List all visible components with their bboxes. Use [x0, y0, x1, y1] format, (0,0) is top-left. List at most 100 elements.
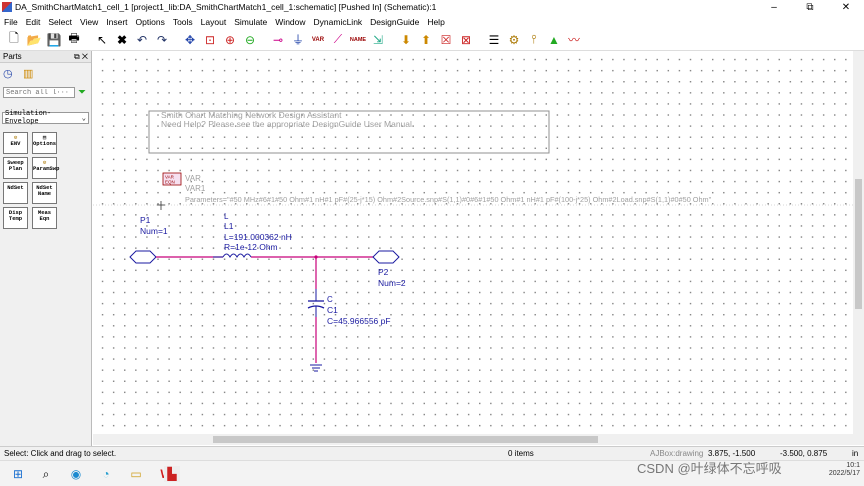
menu-designguide[interactable]: DesignGuide [370, 17, 419, 27]
zoom-out-icon[interactable]: ⊖ [241, 31, 259, 49]
inductor-resistance: R=1e-12 Ohm [224, 242, 278, 252]
status-coord-1: 3.875, -1.500 [708, 449, 756, 458]
simulate-gear-icon[interactable]: ⚙ [505, 31, 523, 49]
photos-icon[interactable]: ◔ [98, 466, 114, 482]
insert-wire-icon[interactable]: ⟋ [329, 31, 347, 49]
menu-edit[interactable]: Edit [26, 17, 41, 27]
data-display-icon[interactable]: 〰 [565, 31, 583, 49]
var-block[interactable]: VAR EQN VAR VAR1 Parameters="#50 MHz#6#1… [162, 172, 712, 204]
new-file-icon[interactable]: 🗋 [5, 31, 23, 49]
palette-paramswp[interactable]: ⚙ ParamSwp [32, 157, 59, 179]
close-icon[interactable]: ✕ [828, 0, 864, 14]
port-p1-name: P1 [140, 215, 151, 225]
delete-icon[interactable]: ✖ [113, 31, 131, 49]
tuning-icon[interactable]: ⫯ [525, 31, 543, 49]
ads-taskbar-icon[interactable]: ▙ [164, 466, 180, 482]
pop-up-icon[interactable]: ⬆ [417, 31, 435, 49]
filter-icon[interactable]: ⏷ [78, 87, 86, 98]
insert-ground-icon[interactable]: ⏚ [289, 31, 307, 49]
panel-controls: ⧉ ✕ [74, 52, 88, 62]
vertical-scrollbar[interactable] [853, 51, 864, 434]
deactivate-icon[interactable]: ☒ [437, 31, 455, 49]
library-select[interactable]: Simulation-Envelope ⌄ [2, 110, 89, 126]
redo-icon[interactable]: ↷ [153, 31, 171, 49]
vertical-scroll-thumb[interactable] [855, 179, 862, 309]
menu-select[interactable]: Select [48, 17, 72, 27]
undo-icon[interactable]: ↶ [133, 31, 151, 49]
select-pointer-icon[interactable]: ↖ [93, 31, 111, 49]
port-p2[interactable]: P2 Num=2 [372, 250, 406, 288]
palette-sweep-plan[interactable]: Sweep Plan [3, 157, 28, 179]
main-toolbar: 🗋 📂 💾 🖶 ↖ ✖ ↶ ↷ ✥ ⊡ ⊕ ⊖ ⊸ ⏚ VAR ⟋ NAME ⇲… [0, 29, 864, 51]
var-label: VAR [185, 174, 201, 183]
minimize-icon[interactable]: – [756, 0, 792, 14]
zoom-area-icon[interactable]: ⊡ [201, 31, 219, 49]
search-icon[interactable]: ⌕ [38, 466, 54, 482]
menu-insert[interactable]: Insert [106, 17, 127, 27]
component-list-icon[interactable]: ☰ [485, 31, 503, 49]
push-down-icon[interactable]: ⬇ [397, 31, 415, 49]
port-p1[interactable]: P1 Num=1 [129, 215, 168, 264]
port-p1-num: Num=1 [140, 226, 168, 236]
history-icon[interactable]: ◷ [3, 67, 17, 81]
title-bar: DA_SmithChartMatch1_cell_1 [project1_lib… [0, 0, 864, 14]
library-icon[interactable]: ▥ [23, 67, 37, 81]
palette-ndset-name[interactable]: NdSet Name [32, 182, 57, 204]
restore-icon[interactable]: ⧉ [792, 0, 828, 14]
palette-env[interactable]: ⚙ ENV [3, 132, 28, 154]
parts-search: ⏷ [3, 87, 88, 98]
palette-meas-eqn[interactable]: Meas Eqn [32, 207, 57, 229]
zoom-in-icon[interactable]: ⊕ [221, 31, 239, 49]
print-icon[interactable]: 🖶 [65, 31, 83, 49]
move-icon[interactable]: ✥ [181, 31, 199, 49]
insert-name-icon[interactable]: NAME [349, 31, 367, 49]
activate-icon[interactable]: ⊠ [457, 31, 475, 49]
component-palette: ⚙ ENV ▤ Options Sweep Plan ⚙ ParamSwp NdSet… [0, 128, 91, 233]
inductor-value: L=191.000362 nH [224, 232, 292, 242]
optimize-icon[interactable]: ▲ [545, 31, 563, 49]
clock-time: 10:1 [846, 462, 860, 469]
windows-start-icon[interactable]: ⊞ [10, 466, 26, 482]
menu-tools[interactable]: Tools [173, 17, 193, 27]
schematic-canvas[interactable]: Smith Chart Matching Network Design Assi… [93, 51, 853, 434]
wire-net[interactable] [156, 256, 373, 363]
insert-pin-icon[interactable]: ⊸ [269, 31, 287, 49]
status-units: in [852, 449, 859, 458]
palette-disp-temp[interactable]: Disp Temp [3, 207, 28, 229]
menu-options[interactable]: Options [136, 17, 165, 27]
insert-var-icon[interactable]: VAR [309, 31, 327, 49]
menu-view[interactable]: View [80, 17, 98, 27]
inductor-l1[interactable]: L L1 L=191.000362 nH R=1e-12 Ohm [213, 212, 292, 258]
float-icon[interactable]: ⧉ [74, 52, 80, 61]
port-p2-name: P2 [378, 267, 389, 277]
menu-help[interactable]: Help [427, 17, 444, 27]
menu-simulate[interactable]: Simulate [234, 17, 267, 27]
inductor-type: L [224, 212, 229, 221]
save-icon[interactable]: 💾 [45, 31, 63, 49]
parts-search-input[interactable] [3, 87, 75, 98]
window-title: DA_SmithChartMatch1_cell_1 [project1_lib… [15, 2, 437, 12]
var-instance-name: VAR1 [185, 184, 206, 193]
menu-dynamiclink[interactable]: DynamicLink [314, 17, 363, 27]
status-coord-2: -3.500, 0.875 [780, 449, 828, 458]
palette-options[interactable]: ▤ Options [32, 132, 57, 154]
menu-file[interactable]: File [4, 17, 18, 27]
ads-app-icon [2, 2, 12, 12]
open-folder-icon[interactable]: 📂 [25, 31, 43, 49]
file-explorer-icon[interactable]: ▭ [128, 466, 144, 482]
menu-window[interactable]: Window [275, 17, 305, 27]
horizontal-scroll-thumb[interactable] [213, 436, 598, 443]
edge-browser-icon[interactable]: ◉ [68, 466, 84, 482]
palette-ndset[interactable]: NdSet [3, 182, 28, 204]
panel-close-icon[interactable]: ✕ [82, 52, 88, 61]
parts-panel-header: Parts ⧉ ✕ [0, 51, 91, 63]
horizontal-scrollbar[interactable] [93, 434, 864, 445]
push-into-hierarchy-icon[interactable]: ⇲ [369, 31, 387, 49]
capacitor-c1[interactable]: C C1 C=45.966556 pF [307, 289, 391, 326]
designguide-box[interactable]: Smith Chart Matching Network Design Assi… [148, 110, 550, 154]
ground-symbol[interactable] [310, 364, 322, 372]
var-icon-text-2: EQN [165, 180, 175, 185]
status-message: Select: Click and drag to select. [4, 449, 117, 458]
capacitor-name: C1 [327, 305, 338, 315]
menu-layout[interactable]: Layout [201, 17, 227, 27]
